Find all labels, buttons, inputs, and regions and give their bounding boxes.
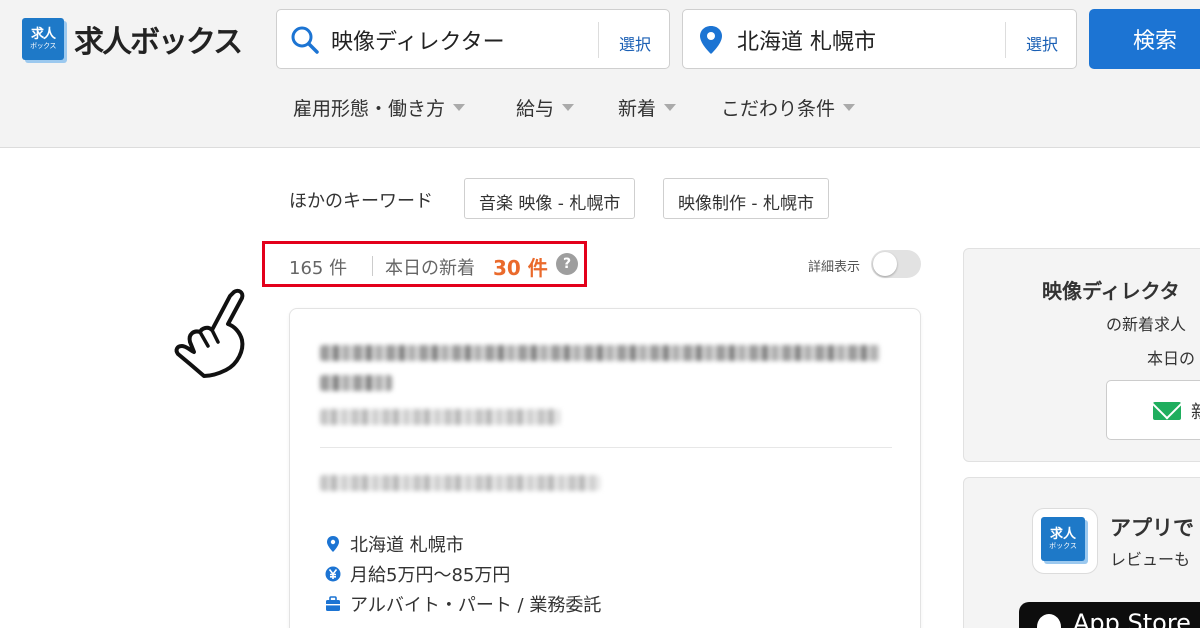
app-store-button[interactable]: App Store (1019, 602, 1200, 628)
filter-salary[interactable]: 給与 (516, 94, 575, 121)
help-icon[interactable]: ? (556, 253, 578, 275)
blurred-company-name (320, 409, 560, 425)
logo-text: 求人ボックス (74, 25, 243, 60)
app-promo-panel: 求人 ボックス アプリで レビューも App Store (963, 477, 1200, 628)
divider (1005, 22, 1006, 58)
chevron-down-icon (843, 104, 856, 111)
location-search-field[interactable]: 北海道 札幌市 選択 (682, 9, 1077, 69)
site-logo[interactable]: 求人 ボックス 求人ボックス (22, 17, 243, 61)
job-card[interactable]: 北海道 札幌市 月給5万円〜85万円 アルバイト・パート / 業務委託 (289, 308, 921, 628)
app-promo-subtitle: レビューも (1110, 550, 1191, 569)
location-select-button[interactable]: 選択 (1026, 31, 1058, 55)
apple-icon (1037, 614, 1061, 628)
detail-view-toggle[interactable] (871, 250, 921, 278)
yen-icon (325, 566, 341, 582)
new-today-label: 本日の新着 (385, 258, 475, 279)
other-keywords-label: ほかのキーワード (289, 191, 433, 212)
mail-icon (1153, 402, 1181, 420)
chevron-down-icon (562, 104, 575, 111)
result-count: 165 件 (289, 258, 348, 279)
chevron-down-icon (664, 104, 677, 111)
blurred-job-title (320, 375, 392, 391)
alert-subtitle: 本日の (1147, 349, 1196, 368)
filter-preferences[interactable]: こだわり条件 (721, 94, 856, 121)
toggle-knob (873, 252, 897, 276)
search-button[interactable]: 検索 (1089, 9, 1200, 69)
keyword-chip[interactable]: 映像制作 - 札幌市 (663, 178, 829, 219)
search-icon (291, 26, 319, 54)
app-icon: 求人 ボックス (1032, 508, 1098, 574)
keyword-input[interactable]: 映像ディレクター (331, 24, 505, 56)
keyword-select-button[interactable]: 選択 (619, 31, 651, 55)
pointing-hand-icon (174, 288, 245, 378)
alert-subtitle: の新着求人 (1106, 315, 1187, 334)
logo-mark: 求人 ボックス (22, 18, 64, 60)
divider (372, 256, 373, 276)
briefcase-icon (326, 596, 340, 611)
email-alert-button[interactable]: 新 (1106, 380, 1200, 440)
keyword-chip[interactable]: 音楽 映像 - 札幌市 (464, 178, 636, 219)
blurred-job-snippet (320, 475, 600, 491)
job-employment-type: アルバイト・パート / 業務委託 (325, 591, 601, 617)
divider (320, 447, 892, 448)
location-pin-icon (700, 26, 722, 54)
location-pin-icon (327, 536, 339, 552)
job-salary: 月給5万円〜85万円 (325, 561, 510, 587)
divider (598, 22, 599, 58)
filter-bar: 雇用形態・働き方 給与 新着 こだわり条件 (0, 94, 1200, 124)
new-today-count: 30 件 (493, 256, 548, 280)
alert-title: 映像ディレクタ (1042, 279, 1180, 303)
site-header: 求人 ボックス 求人ボックス 映像ディレクター 選択 北海道 札幌市 選択 検索… (0, 0, 1200, 148)
filter-employment-type[interactable]: 雇用形態・働き方 (293, 94, 466, 121)
job-location: 北海道 札幌市 (325, 531, 464, 557)
app-promo-title: アプリで (1110, 516, 1194, 540)
new-job-alert-panel: 映像ディレクタ の新着求人 本日の 新 (963, 248, 1200, 462)
filter-new[interactable]: 新着 (618, 94, 677, 121)
keyword-search-field[interactable]: 映像ディレクター 選択 (276, 9, 670, 69)
location-input[interactable]: 北海道 札幌市 (737, 24, 876, 56)
blurred-job-title (320, 345, 880, 361)
chevron-down-icon (453, 104, 466, 111)
detail-view-label: 詳細表示 (808, 260, 861, 275)
